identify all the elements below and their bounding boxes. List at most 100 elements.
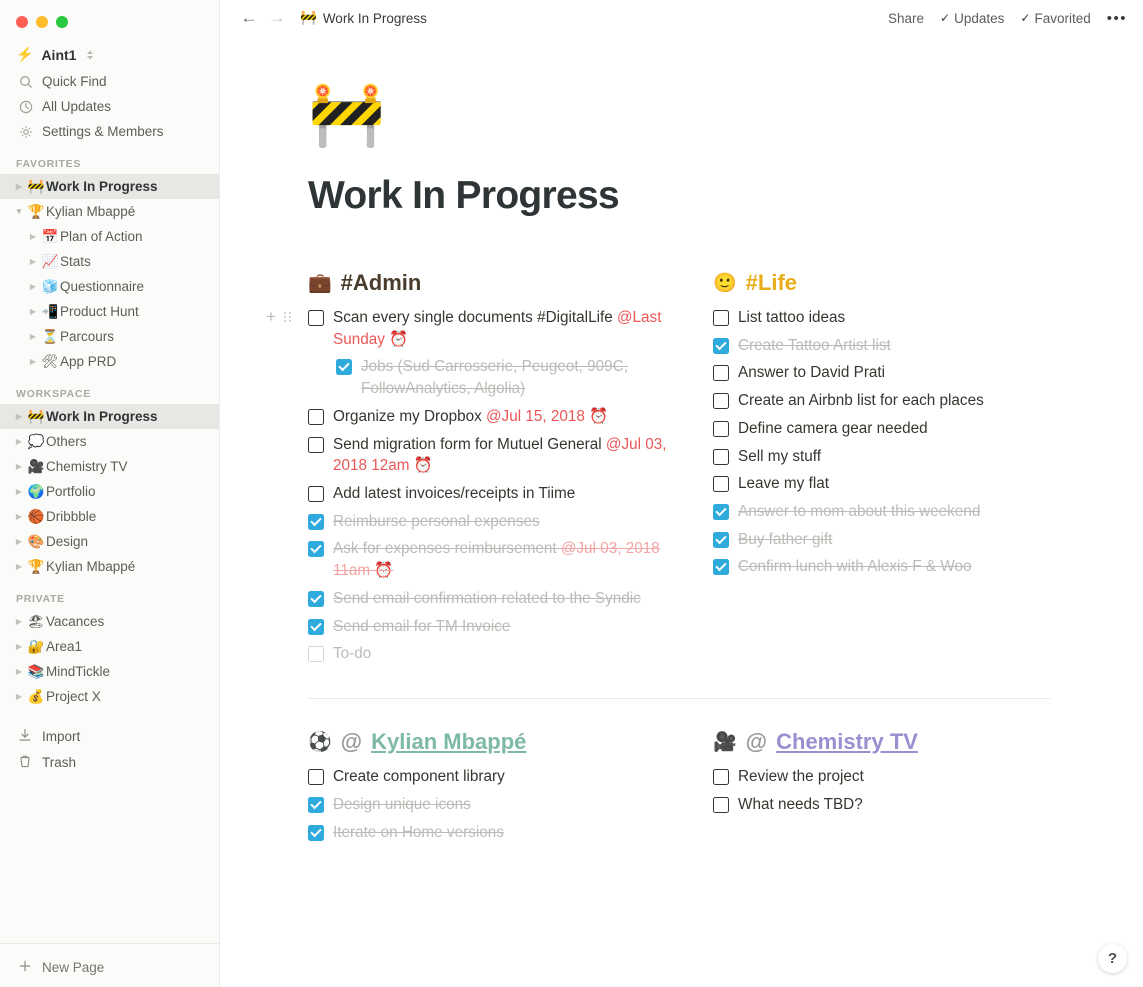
todo-checkbox[interactable] <box>308 646 324 663</box>
todo-item[interactable]: Design unique icons <box>308 791 698 819</box>
chevron-right-icon[interactable]: ▶ <box>12 537 26 546</box>
updates-button[interactable]: ✓ Updates <box>940 11 1004 26</box>
share-button[interactable]: Share <box>888 11 924 26</box>
todo-item[interactable]: Confirm lunch with Alexis F & Woo <box>713 553 1103 581</box>
todo-checkbox[interactable] <box>713 448 729 465</box>
workspace-switcher[interactable]: ⚡ Aint1 <box>0 40 219 69</box>
todo-item[interactable]: Answer to mom about this weekend <box>713 498 1103 526</box>
chevron-right-icon[interactable]: ▶ <box>26 282 40 291</box>
chevron-right-icon[interactable]: ▶ <box>12 642 26 651</box>
column-heading-kylian[interactable]: ⚽ @ Kylian Mbappé <box>308 729 698 755</box>
todo-item[interactable]: Send email confirmation related to the S… <box>308 585 698 613</box>
chevron-right-icon[interactable]: ▶ <box>12 437 26 446</box>
todo-item[interactable]: Iterate on Home versions <box>308 819 698 847</box>
todo-item[interactable]: Define camera gear needed <box>713 415 1103 443</box>
close-window-button[interactable] <box>16 16 28 28</box>
sidebar-page-questionnaire[interactable]: ▶ 🧊 Questionnaire <box>0 274 219 299</box>
chevron-right-icon[interactable]: ▶ <box>26 232 40 241</box>
sidebar-page-design[interactable]: ▶ 🎨 Design <box>0 529 219 554</box>
zoom-window-button[interactable] <box>56 16 68 28</box>
todo-checkbox[interactable] <box>713 393 729 410</box>
sidebar-page-project-x[interactable]: ▶ 💰 Project X <box>0 684 219 709</box>
todo-item[interactable]: Buy father gift <box>713 526 1103 554</box>
todo-checkbox[interactable] <box>713 559 729 576</box>
sidebar-page-ws-work-in-progress[interactable]: ▶ 🚧 Work In Progress <box>0 404 219 429</box>
chevron-right-icon[interactable]: ▶ <box>26 332 40 341</box>
todo-checkbox[interactable] <box>308 618 324 635</box>
add-block-icon[interactable]: + <box>266 308 276 325</box>
minimize-window-button[interactable] <box>36 16 48 28</box>
sidebar-page-mindtickle[interactable]: ▶ 📚 MindTickle <box>0 659 219 684</box>
todo-item[interactable]: Add latest invoices/receipts in Tiime <box>308 480 698 508</box>
sidebar-page-parcours[interactable]: ▶ ⏳ Parcours <box>0 324 219 349</box>
chevron-right-icon[interactable]: ▶ <box>12 412 26 421</box>
todo-item[interactable]: Create component library <box>308 763 698 791</box>
todo-item[interactable]: What needs TBD? <box>713 791 1103 819</box>
todo-checkbox[interactable] <box>308 408 324 425</box>
todo-checkbox[interactable] <box>308 796 324 813</box>
more-options-button[interactable]: ••• <box>1107 10 1127 27</box>
row-controls[interactable]: + <box>266 308 292 325</box>
todo-checkbox[interactable] <box>308 486 324 503</box>
chevron-down-icon[interactable]: ▼ <box>12 207 26 216</box>
todo-item[interactable]: Create Tattoo Artist list <box>713 332 1103 360</box>
new-page-button[interactable]: New Page <box>0 954 219 980</box>
chevron-right-icon[interactable]: ▶ <box>12 462 26 471</box>
todo-checkbox[interactable] <box>308 513 324 530</box>
column-heading-chemistry[interactable]: 🎥 @ Chemistry TV <box>713 729 1103 755</box>
sidebar-page-plan-of-action[interactable]: ▶ 📅 Plan of Action <box>0 224 219 249</box>
chevron-right-icon[interactable]: ▶ <box>12 692 26 701</box>
favorited-button[interactable]: ✓ Favorited <box>1020 11 1090 26</box>
sidebar-page-app-prd[interactable]: ▶ 🛠 App PRD <box>0 349 219 374</box>
todo-item[interactable]: Sell my stuff <box>713 443 1103 471</box>
chevron-right-icon[interactable]: ▶ <box>26 357 40 366</box>
todo-item[interactable]: Ask for expenses reimbursement @Jul 03, … <box>308 535 698 584</box>
todo-item[interactable]: Leave my flat <box>713 470 1103 498</box>
sidebar-page-portfolio[interactable]: ▶ 🌍 Portfolio <box>0 479 219 504</box>
chevron-right-icon[interactable]: ▶ <box>12 182 26 191</box>
chevron-right-icon[interactable]: ▶ <box>12 667 26 676</box>
breadcrumb[interactable]: 🚧 Work In Progress <box>300 10 427 26</box>
todo-checkbox[interactable] <box>308 310 324 326</box>
todo-checkbox[interactable] <box>713 365 729 382</box>
sidebar-item-import[interactable]: Import <box>0 723 219 749</box>
sidebar-page-others[interactable]: ▶ 💭 Others <box>0 429 219 454</box>
todo-checkbox[interactable] <box>308 436 324 453</box>
todo-checkbox[interactable] <box>713 531 729 548</box>
chevron-right-icon[interactable]: ▶ <box>12 562 26 571</box>
todo-checkbox[interactable] <box>713 337 729 354</box>
todo-checkbox[interactable] <box>308 590 324 607</box>
todo-item-placeholder[interactable]: To-do <box>308 640 698 668</box>
chevron-right-icon[interactable]: ▶ <box>12 617 26 626</box>
todo-checkbox[interactable] <box>713 310 729 326</box>
sidebar-page-vacances[interactable]: ▶ 🏖 Vacances <box>0 609 219 634</box>
sidebar-page-stats[interactable]: ▶ 📈 Stats <box>0 249 219 274</box>
todo-item[interactable]: Send email for TM Invoice <box>308 613 698 641</box>
todo-checkbox[interactable] <box>336 359 352 376</box>
todo-item[interactable]: + Scan every single documents #DigitalLi… <box>266 304 698 353</box>
sidebar-item-all-updates[interactable]: All Updates <box>0 94 219 119</box>
sidebar-page-ws-kylian-mbappe[interactable]: ▶ 🏆 Kylian Mbappé <box>0 554 219 579</box>
todo-item[interactable]: Reimburse personal expenses <box>308 508 698 536</box>
back-button[interactable]: ← <box>240 8 258 28</box>
page-title[interactable]: Work In Progress <box>308 174 1143 218</box>
todo-checkbox[interactable] <box>308 769 324 786</box>
todo-checkbox[interactable] <box>713 769 729 786</box>
todo-item[interactable]: Send migration form for Mutuel General @… <box>308 431 698 480</box>
drag-handle-icon[interactable] <box>283 311 292 322</box>
sidebar-page-chemistry-tv[interactable]: ▶ 🎥 Chemistry TV <box>0 454 219 479</box>
sidebar-item-trash[interactable]: Trash <box>0 749 219 775</box>
forward-button[interactable]: → <box>268 8 286 28</box>
todo-item[interactable]: List tattoo ideas <box>713 304 1103 332</box>
page-mention-link[interactable]: Kylian Mbappé <box>371 729 526 755</box>
chevron-right-icon[interactable]: ▶ <box>26 257 40 266</box>
sidebar-page-product-hunt[interactable]: ▶ 📲 Product Hunt <box>0 299 219 324</box>
todo-item[interactable]: Answer to David Prati <box>713 359 1103 387</box>
todo-checkbox[interactable] <box>713 476 729 493</box>
todo-item[interactable]: Review the project <box>713 763 1103 791</box>
chevron-right-icon[interactable]: ▶ <box>12 512 26 521</box>
todo-item[interactable]: Organize my Dropbox @Jul 15, 2018 ⏰ <box>308 403 698 431</box>
todo-checkbox[interactable] <box>713 504 729 521</box>
sidebar-page-area1[interactable]: ▶ 🔐 Area1 <box>0 634 219 659</box>
chevron-right-icon[interactable]: ▶ <box>26 307 40 316</box>
